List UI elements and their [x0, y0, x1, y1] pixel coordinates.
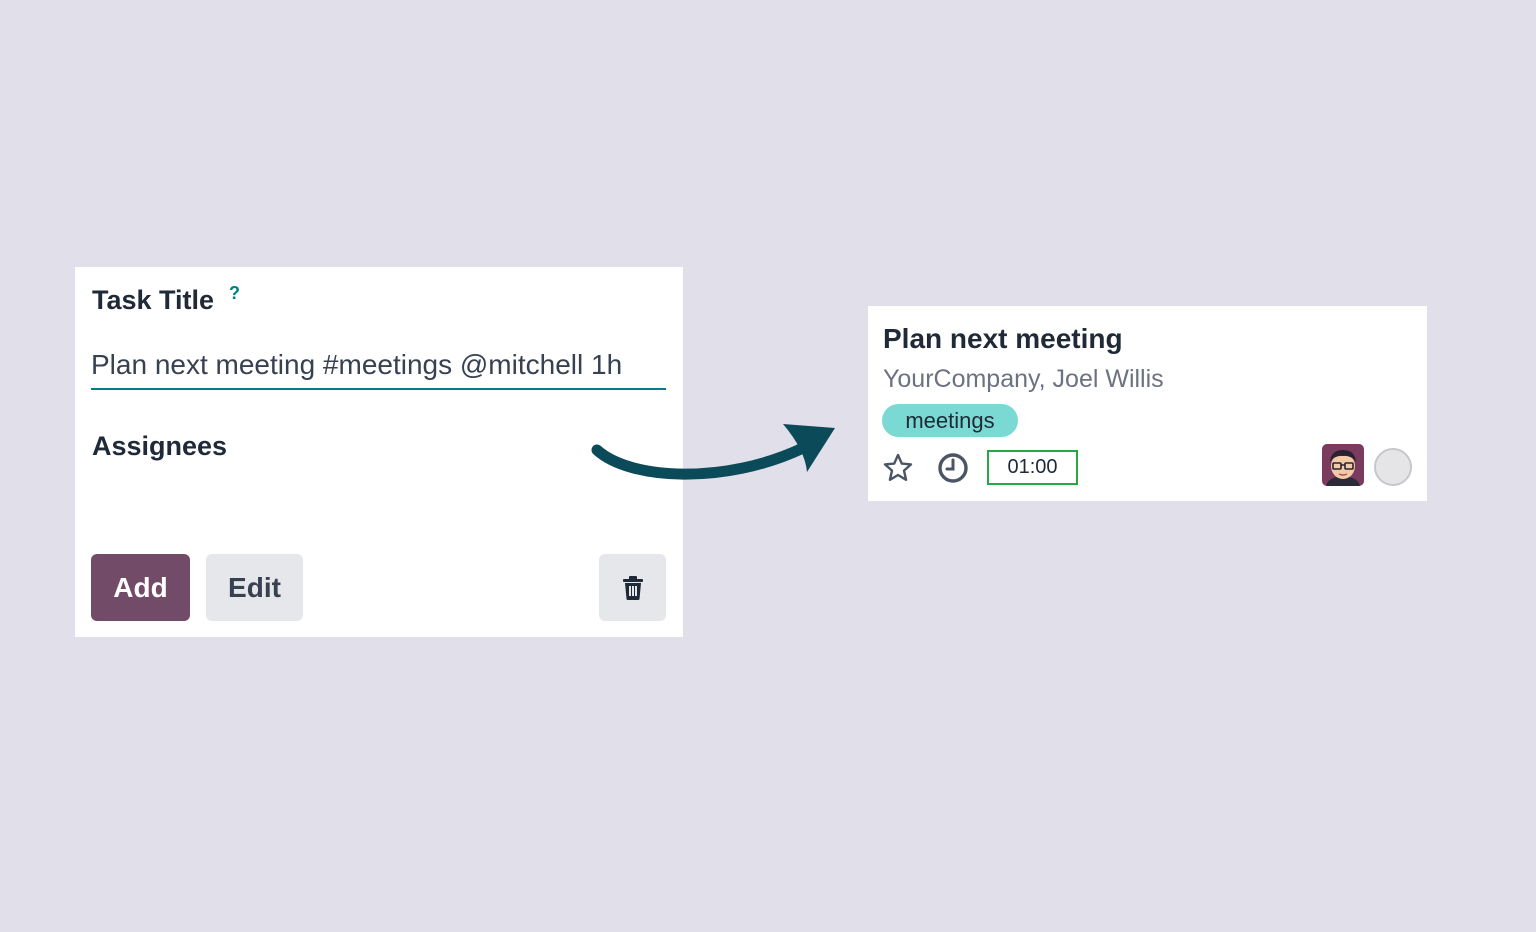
curved-arrow-icon [591, 424, 835, 480]
tag-badge: meetings [882, 404, 1018, 437]
assignees-label: Assignees [92, 431, 228, 461]
clock-icon[interactable] [937, 452, 969, 484]
star-icon[interactable] [882, 452, 914, 484]
task-kanban-card[interactable]: Plan next meeting YourCompany, Joel Will… [868, 306, 1427, 501]
task-title-label: Task Title [92, 285, 215, 315]
edit-button[interactable]: Edit [206, 554, 303, 621]
avatar-image [1322, 444, 1364, 486]
add-button[interactable]: Add [91, 554, 190, 621]
task-title-input[interactable] [91, 342, 666, 390]
user-avatar[interactable] [1322, 444, 1364, 486]
delete-button[interactable] [599, 554, 666, 621]
task-name: Plan next meeting [883, 323, 1123, 354]
allocated-hours[interactable]: 01:00 [987, 450, 1078, 485]
trash-icon [622, 575, 643, 600]
help-icon[interactable]: ? [229, 283, 240, 304]
status-circle-icon[interactable] [1374, 448, 1412, 486]
task-partner: YourCompany, Joel Willis [883, 365, 1164, 393]
